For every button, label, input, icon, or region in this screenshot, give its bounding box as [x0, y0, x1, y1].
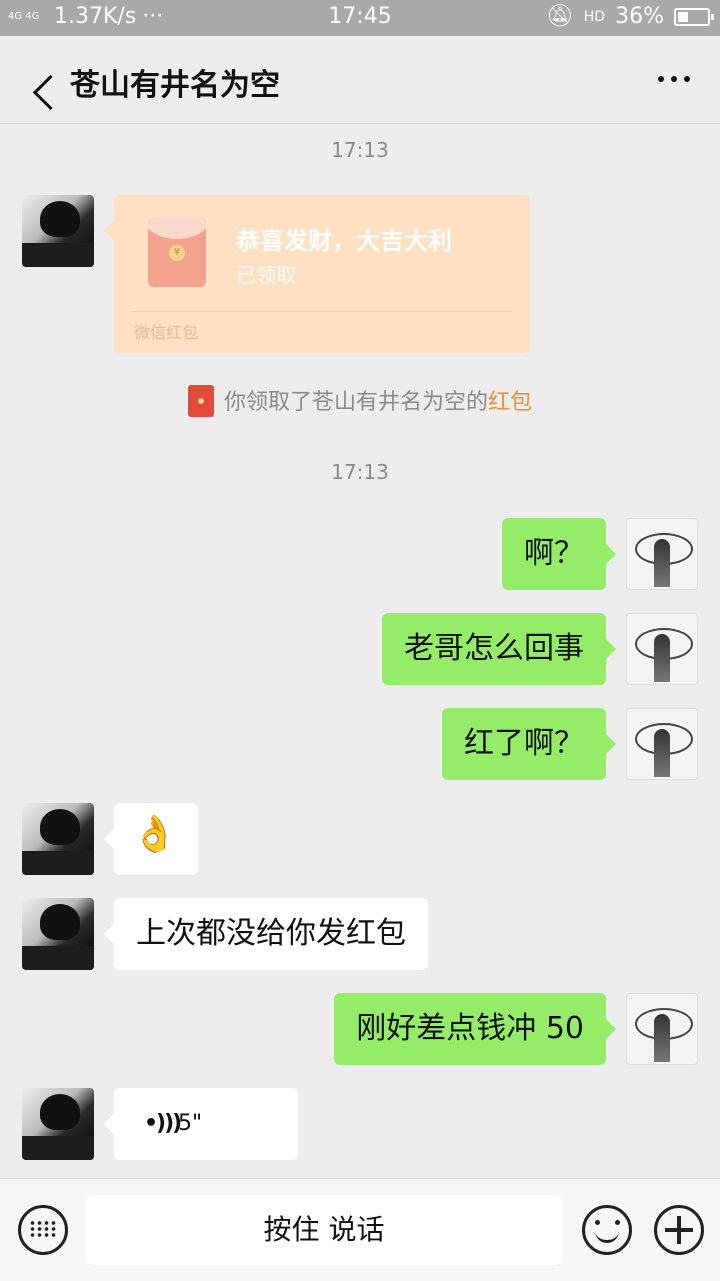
- voice-duration: 5": [178, 1111, 203, 1136]
- message-bubble[interactable]: 老哥怎么回事: [382, 613, 616, 685]
- friend-avatar[interactable]: [22, 195, 94, 267]
- friend-avatar[interactable]: [22, 898, 94, 970]
- emoji-message-bubble[interactable]: 👌: [104, 803, 198, 875]
- chat-title: 苍山有井名为空: [70, 68, 280, 103]
- friend-avatar[interactable]: [22, 803, 94, 875]
- back-arrow-icon: [32, 74, 69, 111]
- divider: [132, 311, 512, 312]
- red-packet-title: 恭喜发财，大吉大利: [236, 227, 452, 255]
- system-notice-text: 你领取了苍山有井名为空的: [223, 390, 488, 415]
- plus-icon[interactable]: [654, 1205, 704, 1255]
- back-button[interactable]: [10, 52, 70, 111]
- red-packet-icon: ¥: [148, 217, 206, 287]
- my-avatar[interactable]: [626, 518, 698, 590]
- input-bar: 按住 说话: [0, 1178, 720, 1281]
- voice-wave-icon: •))): [144, 1111, 182, 1136]
- ok-hand-emoji-icon: 👌: [132, 814, 177, 855]
- mute-icon: 🔕︎: [545, 4, 574, 29]
- system-notice: 你领取了苍山有井名为空的红包: [0, 384, 720, 417]
- message-bubble[interactable]: 上次都没给你发红包: [104, 898, 428, 970]
- my-avatar[interactable]: [626, 993, 698, 1065]
- message-timestamp: 17:13: [331, 138, 389, 162]
- red-packet-card[interactable]: ¥ 恭喜发财，大吉大利 已领取 微信红包: [104, 195, 530, 353]
- message-bubble[interactable]: 红了啊？: [442, 708, 616, 780]
- message-timestamp: 17:13: [331, 460, 389, 484]
- red-packet-small-icon: [187, 385, 214, 417]
- friend-avatar[interactable]: [22, 1088, 94, 1160]
- my-avatar[interactable]: [626, 708, 698, 780]
- red-packet-link[interactable]: 红包: [488, 390, 532, 415]
- volte-hd-icon: HD: [583, 8, 606, 25]
- keyboard-icon[interactable]: [18, 1205, 68, 1255]
- red-packet-footer: 微信红包: [134, 323, 199, 342]
- status-bar: 4G 4G 1.37K/s ··· 17:45 🔕︎ HD 36%: [0, 0, 720, 36]
- message-bubble[interactable]: 刚好差点钱冲 50: [334, 993, 616, 1065]
- voice-message-bubble[interactable]: •)))5": [104, 1088, 298, 1160]
- message-bubble[interactable]: 啊？: [502, 518, 616, 590]
- my-avatar[interactable]: [626, 613, 698, 685]
- battery-percent: 36%: [615, 4, 664, 29]
- emoji-icon[interactable]: [582, 1205, 632, 1255]
- battery-icon: [674, 7, 714, 26]
- chat-header: 苍山有井名为空: [0, 36, 720, 124]
- more-options-icon[interactable]: [658, 76, 690, 82]
- red-packet-status: 已领取: [236, 263, 296, 287]
- coin-icon: ¥: [169, 245, 185, 261]
- press-to-talk-button[interactable]: 按住 说话: [86, 1195, 562, 1265]
